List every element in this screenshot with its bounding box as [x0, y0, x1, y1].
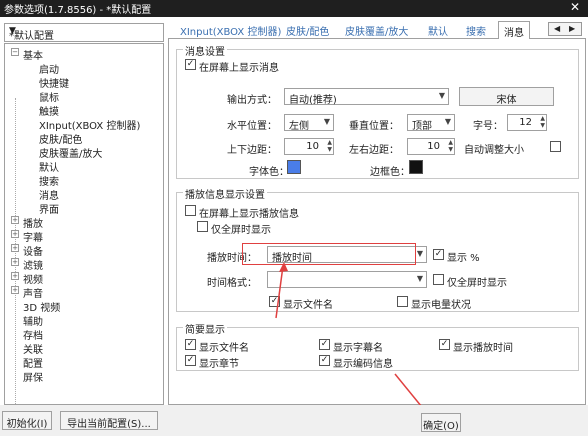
bottom-bar: 初始化(I) 导出当前配置(S)... 确定(O): [0, 405, 588, 436]
init-button[interactable]: 初始化(I): [2, 411, 52, 430]
export-button[interactable]: 导出当前配置(S)...: [60, 411, 158, 430]
arrow-head: [279, 262, 288, 272]
ok-button[interactable]: 确定(O): [421, 413, 461, 432]
arrow-to-play-time: [275, 265, 284, 319]
annotation-arrows: [275, 262, 430, 416]
